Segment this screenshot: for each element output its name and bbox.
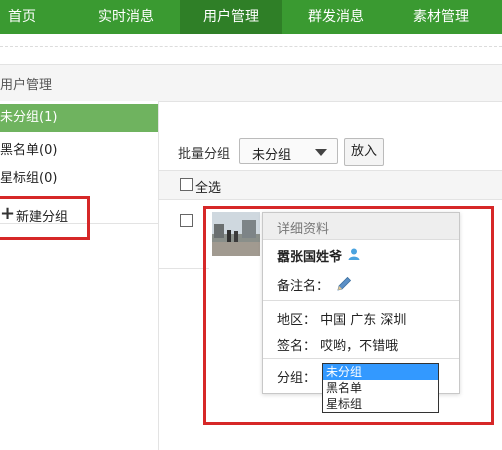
profile-divider: [263, 300, 459, 301]
sidebar-item-blacklist[interactable]: 黑名单(0): [0, 137, 158, 165]
breadcrumb-bar: 用户管理: [0, 64, 502, 102]
remark-label: 备注名：: [277, 279, 330, 294]
batch-group-label: 批量分组: [178, 147, 231, 162]
profile-divider: [263, 358, 459, 359]
profile-card-title: 详细资料: [277, 222, 330, 237]
tab-realtime-messages[interactable]: 实时消息: [80, 0, 172, 34]
group-select-list[interactable]: 未分组 黑名单 星标组: [322, 363, 439, 413]
region-field: 地区： 中国 广东 深圳: [277, 313, 407, 328]
top-nav: 首页 实时消息 用户管理 群发消息 素材管理: [0, 0, 502, 34]
batch-group-select[interactable]: 未分组: [239, 138, 338, 164]
sidebar-item-ungrouped[interactable]: 未分组(1): [0, 104, 158, 132]
profile-card-header: 详细资料: [263, 213, 459, 240]
select-all-bar: 全选: [159, 170, 502, 200]
page-title: 用户管理: [0, 78, 53, 93]
person-icon: [348, 248, 360, 264]
pencil-icon[interactable]: [335, 275, 353, 297]
select-all-checkbox[interactable]: [180, 178, 193, 191]
group-sidebar: 未分组(1) 黑名单(0) 星标组(0): [0, 101, 159, 450]
new-group-highlight: + 新建分组: [0, 196, 90, 240]
group-label: 分组：: [277, 371, 317, 386]
tab-mass-messages[interactable]: 群发消息: [290, 0, 382, 34]
plus-icon: +: [0, 203, 16, 224]
sidebar-item-starred[interactable]: 星标组(0): [0, 165, 158, 193]
tab-user-management[interactable]: 用户管理: [180, 0, 282, 34]
avatar[interactable]: [212, 212, 260, 256]
user-nickname: 嚣张国姓爷: [277, 250, 343, 265]
group-option-blacklist[interactable]: 黑名单: [323, 380, 438, 396]
group-option-starred[interactable]: 星标组: [323, 396, 438, 412]
dropdown-caret-icon: [315, 149, 327, 156]
batch-group-selected: 未分组: [252, 148, 292, 163]
put-into-group-button[interactable]: 放入: [344, 138, 384, 166]
tab-material-management[interactable]: 素材管理: [392, 0, 490, 34]
group-option-ungrouped[interactable]: 未分组: [323, 364, 438, 380]
user-row-checkbox[interactable]: [180, 214, 193, 227]
new-group-button[interactable]: 新建分组: [16, 206, 68, 225]
row-divider: [159, 268, 209, 269]
signature-field: 签名： 哎哟，不错哦: [277, 339, 399, 354]
divider: [0, 46, 502, 47]
select-all-label: 全选: [195, 181, 222, 196]
tab-home[interactable]: 首页: [0, 0, 44, 34]
